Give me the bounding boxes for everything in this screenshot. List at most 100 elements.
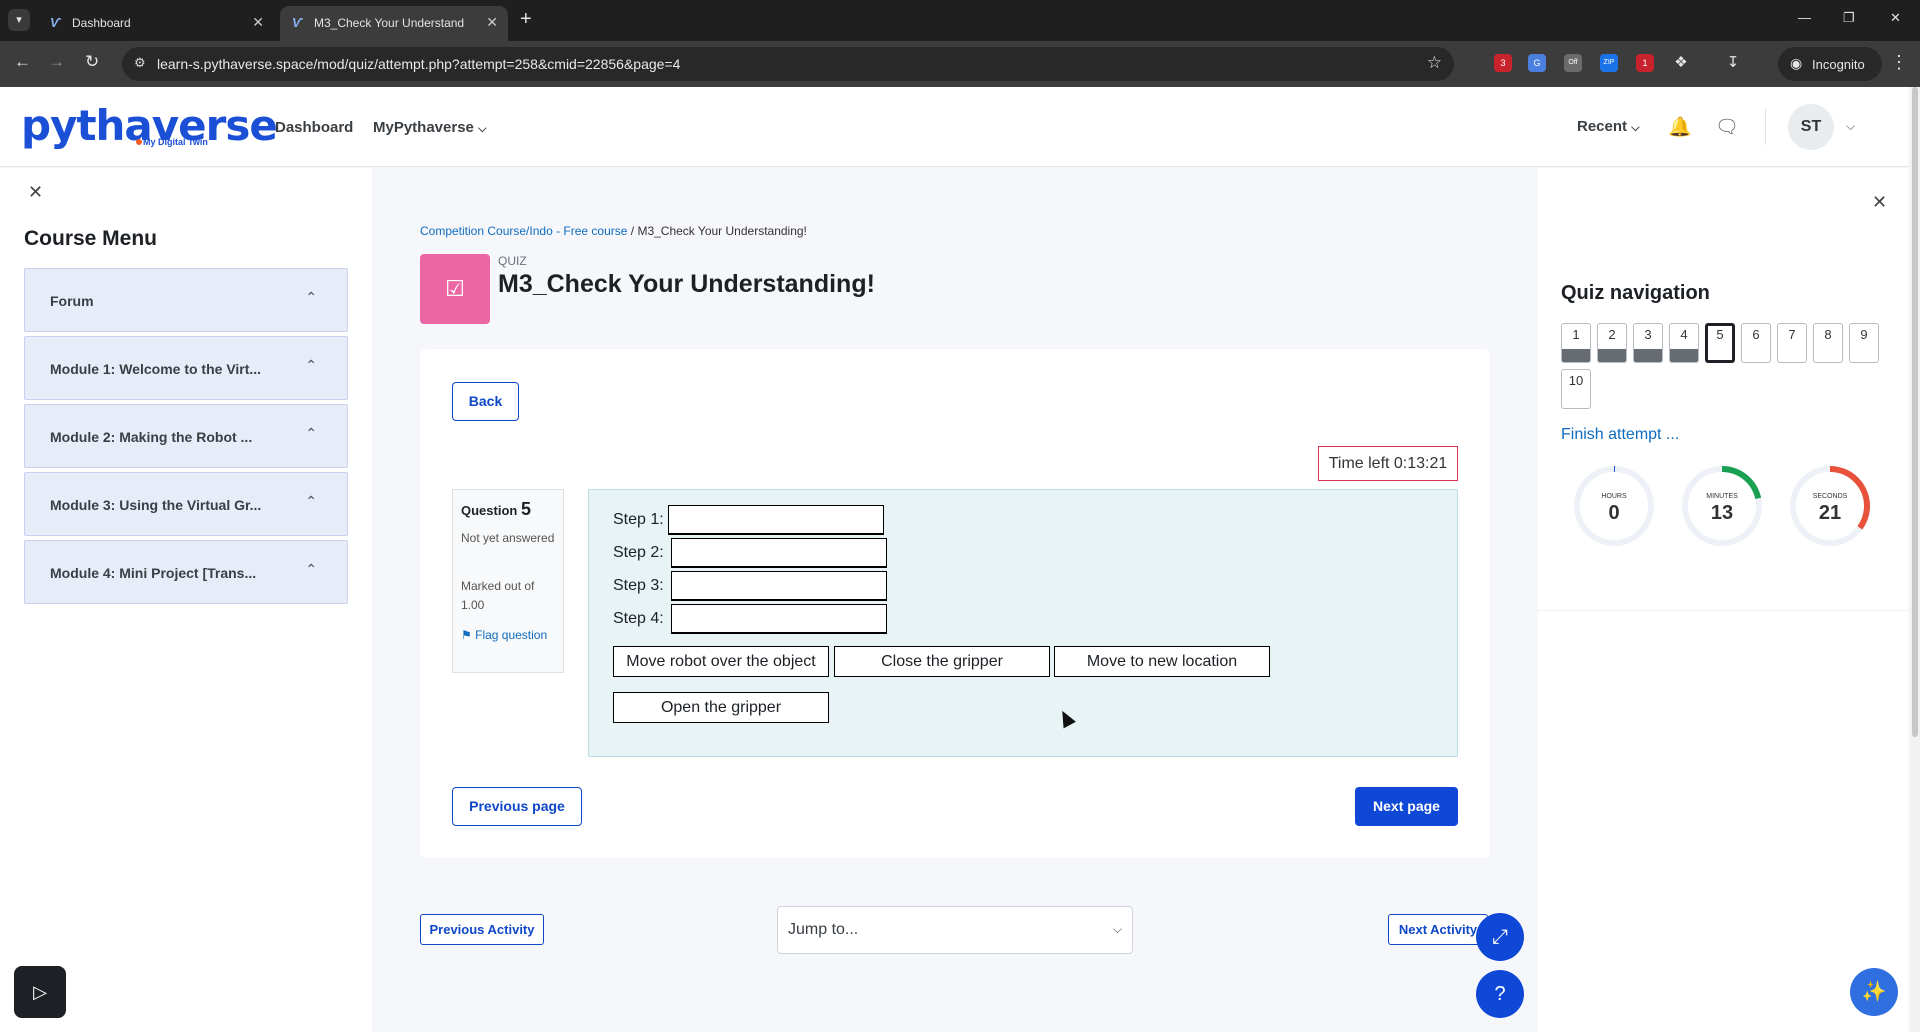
breadcrumb: Competition Course/Indo - Free course / … (420, 224, 807, 238)
download-icon[interactable]: ↧ (1724, 54, 1742, 72)
page-scrollbar[interactable] (1910, 87, 1920, 1032)
back-arrow-icon[interactable]: ← (14, 52, 31, 72)
quiz-navigation-drawer: ✕ Quiz navigation 1 2 3 4 5 6 7 8 9 10 Finish att… (1538, 168, 1908, 1032)
incognito-indicator[interactable]: ◉ Incognito (1778, 47, 1882, 81)
scrollbar-thumb[interactable] (1912, 87, 1918, 737)
close-tab-icon[interactable]: ✕ (486, 14, 498, 31)
chevron-down-icon: ⌵ (1631, 122, 1640, 134)
back-button[interactable]: Back (452, 382, 519, 421)
quiz-nav-button-2[interactable]: 2 (1597, 323, 1627, 363)
finish-attempt-link[interactable]: Finish attempt ... (1561, 426, 1679, 444)
quiz-nav-button-10[interactable]: 10 (1561, 369, 1591, 409)
user-menu-chevron-icon[interactable]: ⌵ (1846, 119, 1855, 134)
notifications-bell-icon[interactable]: 🔔 (1668, 115, 1692, 139)
quiz-nav-button-1[interactable]: 1 (1561, 323, 1591, 363)
previous-activity-button[interactable]: Previous Activity (420, 914, 544, 945)
chevron-up-icon[interactable]: ⌃ (305, 425, 317, 442)
quiz-nav-number: 2 (1608, 327, 1616, 342)
tab-search-button[interactable]: ▾ (8, 9, 30, 31)
magic-wand-icon: ✨ (1861, 981, 1887, 1003)
browser-tab-dashboard[interactable]: Ѵ Dashboard ✕ (38, 6, 274, 41)
jump-to-label: Jump to... (788, 921, 859, 938)
fullscreen-button[interactable]: ⤢ (1476, 913, 1524, 961)
browser-tabstrip: ▾ Ѵ Dashboard ✕ Ѵ M3_Check Your Understa… (0, 0, 1920, 41)
drop-zone-step-4[interactable] (671, 604, 887, 634)
chevron-up-icon[interactable]: ⌃ (305, 289, 317, 306)
drop-zone-step-2[interactable] (671, 538, 887, 568)
course-menu-item-module-3[interactable]: Module 3: Using the Virtual Gr... ⌃ (24, 472, 348, 536)
quiz-nav-button-5[interactable]: 5 (1705, 323, 1735, 363)
restore-window-icon[interactable]: ❐ (1843, 10, 1855, 26)
previous-page-button[interactable]: Previous page (452, 787, 582, 826)
close-drawer-icon[interactable]: ✕ (28, 182, 43, 203)
close-tab-icon[interactable]: ✕ (252, 14, 264, 31)
ring-value: 13 (1710, 502, 1734, 524)
jump-to-select[interactable]: Jump to... ⌵ (777, 906, 1133, 954)
bookmark-star-icon[interactable]: ☆ (1427, 53, 1442, 73)
extension-translate-icon[interactable]: G (1528, 54, 1546, 72)
drag-choice[interactable]: Open the gripper (613, 692, 829, 723)
drop-zone-step-1[interactable] (668, 505, 884, 535)
incognito-icon: ◉ (1790, 55, 1803, 71)
minimize-window-icon[interactable]: — (1798, 10, 1811, 25)
quiz-nav-number: 1 (1572, 327, 1580, 342)
course-menu-item-label: Module 4: Mini Project [Trans... (50, 565, 257, 581)
open-drawer-button[interactable]: ▷ (14, 966, 66, 1018)
messages-icon[interactable]: 🗨 (1715, 115, 1739, 139)
pythaverse-logo[interactable]: pythaverse My Digital Twin (21, 101, 278, 150)
course-menu-item-label: Module 2: Making the Robot ... (50, 429, 253, 445)
quiz-nav-button-8[interactable]: 8 (1813, 323, 1843, 363)
extension-pdf-icon[interactable]: 3 (1494, 54, 1512, 72)
chevron-up-icon[interactable]: ⌃ (305, 493, 317, 510)
drag-choice[interactable]: Move to new location (1054, 646, 1270, 677)
ai-assistant-button[interactable]: ✨ (1850, 968, 1898, 1016)
next-page-button[interactable]: Next page (1355, 787, 1458, 826)
quiz-nav-button-4[interactable]: 4 (1669, 323, 1699, 363)
nav-mypythaverse[interactable]: MyPythaverse ⌵ (373, 119, 486, 136)
chevron-up-icon[interactable]: ⌃ (305, 357, 317, 374)
ring-value: 0 (1608, 502, 1620, 524)
forward-arrow-icon[interactable]: → (48, 52, 65, 72)
drag-choice[interactable]: Move robot over the object (613, 646, 829, 677)
quiz-nav-button-7[interactable]: 7 (1777, 323, 1807, 363)
incognito-label: Incognito (1812, 57, 1865, 72)
chevron-up-icon[interactable]: ⌃ (305, 561, 317, 578)
extension-ublock-icon[interactable]: 1 (1636, 54, 1654, 72)
extensions-puzzle-icon[interactable]: ❖ (1672, 54, 1690, 72)
course-menu-item-label: Module 3: Using the Virtual Gr... (50, 497, 262, 513)
site-info-icon[interactable]: ⚙ (134, 55, 146, 71)
close-drawer-icon[interactable]: ✕ (1872, 192, 1887, 213)
site-header: pythaverse My Digital Twin Dashboard MyP… (0, 87, 1908, 167)
course-menu-item-forum[interactable]: Forum ⌃ (24, 268, 348, 332)
browser-tab-quiz[interactable]: Ѵ M3_Check Your Understanding! ✕ (280, 6, 508, 41)
drag-choice[interactable]: Close the gripper (834, 646, 1050, 677)
flag-question-link[interactable]: ⚑ Flag question (461, 626, 557, 645)
address-bar[interactable]: ⚙ learn-s.pythaverse.space/mod/quiz/atte… (122, 47, 1454, 81)
help-icon: ? (1494, 983, 1506, 1005)
quiz-nav-button-6[interactable]: 6 (1741, 323, 1771, 363)
extension-zip-icon[interactable]: ZIP (1600, 54, 1618, 72)
question-info: Question 5 Not yet answered Marked out o… (452, 489, 564, 673)
close-window-icon[interactable]: ✕ (1890, 10, 1901, 26)
recent-dropdown[interactable]: Recent ⌵ (1577, 118, 1640, 135)
quiz-nav-button-9[interactable]: 9 (1849, 323, 1879, 363)
breadcrumb-course-link[interactable]: Competition Course/Indo - Free course (420, 224, 627, 238)
nav-dashboard[interactable]: Dashboard (275, 119, 353, 136)
next-activity-button[interactable]: Next Activity (1388, 914, 1488, 945)
course-menu-item-module-4[interactable]: Module 4: Mini Project [Trans... ⌃ (24, 540, 348, 604)
course-menu-item-module-2[interactable]: Module 2: Making the Robot ... ⌃ (24, 404, 348, 468)
user-avatar[interactable]: ST (1788, 104, 1834, 150)
reload-icon[interactable]: ↻ (85, 52, 99, 72)
time-left: Time left 0:13:21 (1318, 446, 1458, 481)
ring-caption: MINUTES (1706, 493, 1738, 500)
course-menu-item-module-1[interactable]: Module 1: Welcome to the Virt... ⌃ (24, 336, 348, 400)
quiz-nav-button-3[interactable]: 3 (1633, 323, 1663, 363)
help-button[interactable]: ? (1476, 970, 1524, 1018)
step-label: Step 1: (613, 511, 664, 528)
quiz-nav-number: 5 (1716, 327, 1724, 342)
browser-menu-icon[interactable]: ⋮ (1890, 52, 1908, 73)
drop-zone-step-3[interactable] (671, 571, 887, 601)
extension-off-icon[interactable]: Off (1564, 54, 1582, 72)
url-text[interactable]: learn-s.pythaverse.space/mod/quiz/attemp… (157, 56, 680, 72)
new-tab-button[interactable]: + (520, 8, 532, 30)
